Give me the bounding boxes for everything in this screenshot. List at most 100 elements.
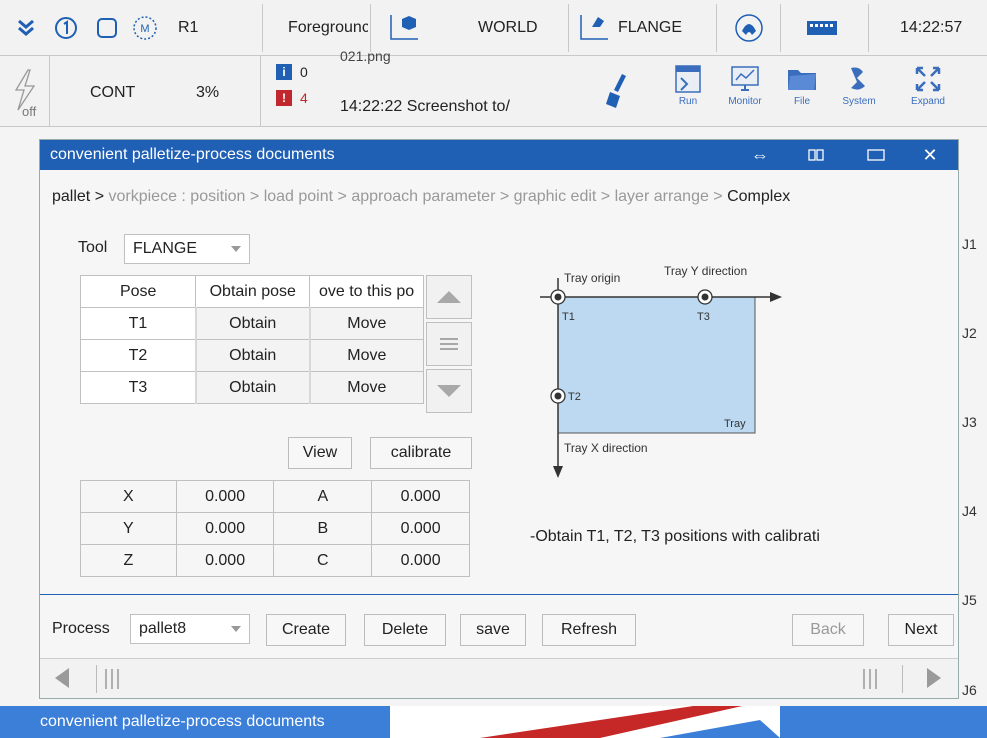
stop-icon[interactable] — [96, 0, 118, 56]
save-button[interactable]: save — [460, 614, 526, 646]
tool-dropdown[interactable]: FLANGE — [124, 234, 250, 264]
scroll-down-button[interactable] — [426, 369, 472, 413]
axis-value: 0.000 — [371, 544, 470, 577]
tray-origin-label: Tray origin — [564, 271, 620, 285]
refresh-button[interactable]: Refresh — [542, 614, 636, 646]
close-icon[interactable]: ✕ — [912, 140, 948, 170]
table-row: Y 0.000 B 0.000 — [80, 512, 470, 545]
run-icon — [675, 65, 701, 93]
scroll-thumb[interactable] — [426, 322, 472, 366]
joint-label-j6[interactable]: J6 — [962, 682, 977, 698]
breadcrumb-last[interactable]: Complex — [727, 188, 790, 205]
info-count: 0 — [300, 64, 308, 80]
status-bar: M R1 Foregrounc WORLD FLANGE 14:22:57 — [0, 0, 987, 56]
power-state: off — [22, 104, 37, 119]
file-label: File — [793, 96, 811, 107]
collapse-icon[interactable] — [16, 0, 36, 56]
maximize-icon[interactable] — [858, 140, 894, 170]
joint-label-j1[interactable]: J1 — [962, 236, 977, 252]
run-button[interactable]: Run — [660, 56, 716, 126]
robot-name[interactable]: R1 — [178, 0, 198, 56]
expand-button[interactable]: Expand — [900, 56, 956, 126]
svg-text:M: M — [140, 23, 149, 35]
pose-header: Pose — [79, 275, 197, 308]
tray-y-label: Tray Y direction — [664, 264, 747, 278]
axis-label: B — [273, 512, 373, 545]
table-row: T2 Obtain Move — [79, 339, 424, 372]
move-t3-button[interactable]: Move — [308, 371, 424, 404]
taskbar-window-item[interactable]: convenient palletize-process documents — [40, 713, 325, 731]
delete-button[interactable]: Delete — [364, 614, 446, 646]
swap-icon[interactable]: ⇔ — [742, 140, 778, 170]
pose-table: Pose Obtain pose ove to this po T1 Obtai… — [79, 275, 424, 404]
obtain-t2-button[interactable]: Obtain — [194, 339, 311, 372]
joint-label-j3[interactable]: J3 — [962, 414, 977, 430]
system-label: System — [842, 96, 876, 107]
scroll-right-icon[interactable] — [926, 667, 942, 694]
power-button[interactable]: off — [0, 56, 50, 126]
joint-label-j5[interactable]: J5 — [962, 592, 977, 608]
axis-value: 0.000 — [175, 480, 275, 513]
clear-messages-icon[interactable] — [604, 72, 630, 115]
error-count: 4 — [300, 90, 308, 106]
system-button[interactable]: System — [831, 56, 887, 126]
file-button[interactable]: File — [774, 56, 830, 126]
calibrate-button[interactable]: calibrate — [370, 437, 472, 469]
scroll-grip-right-icon[interactable] — [862, 669, 878, 694]
move-t1-button[interactable]: Move — [308, 307, 424, 340]
position-table: X 0.000 A 0.000 Y 0.000 B 0.000 Z 0.000 … — [80, 480, 470, 577]
move-t2-button[interactable]: Move — [308, 339, 424, 372]
monitor-button[interactable]: Monitor — [717, 56, 773, 126]
breadcrumb-steps[interactable]: vorkpiece : position > load point > appr… — [104, 188, 727, 205]
joint-label-j4[interactable]: J4 — [962, 503, 977, 519]
pose-name: T3 — [79, 371, 197, 404]
split-view-icon[interactable] — [798, 140, 834, 170]
horizontal-scrollbar[interactable] — [40, 658, 958, 698]
monitor-icon — [731, 66, 759, 91]
scroll-grip-left-icon[interactable] — [104, 669, 120, 694]
process-dropdown-value: pallet8 — [139, 620, 187, 637]
taskbar: convenient palletize-process documents — [0, 706, 987, 738]
breadcrumb-current[interactable]: pallet > — [52, 188, 104, 205]
system-icon — [851, 67, 865, 90]
tool-label: Tool — [78, 239, 108, 256]
next-button[interactable]: Next — [888, 614, 954, 646]
scroll-left-icon[interactable] — [54, 667, 70, 694]
t3-label: T3 — [697, 311, 710, 323]
connection-icon[interactable] — [734, 0, 764, 56]
back-button[interactable]: Back — [792, 614, 864, 646]
manual-mode-icon[interactable]: M — [132, 0, 158, 56]
table-row: Z 0.000 C 0.000 — [80, 544, 470, 577]
create-button[interactable]: Create — [266, 614, 346, 646]
axis-label: X — [80, 480, 177, 513]
servo-icon[interactable] — [54, 0, 78, 56]
obtain-pose-header: Obtain pose — [195, 275, 311, 308]
tool-icon — [578, 0, 610, 56]
table-row: T3 Obtain Move — [79, 371, 424, 404]
joint-label-j2[interactable]: J2 — [962, 325, 977, 341]
chevron-down-icon — [231, 246, 241, 252]
process-dropdown[interactable]: pallet8 — [130, 614, 250, 644]
clock: 14:22:57 — [900, 19, 963, 36]
scroll-up-button[interactable] — [426, 275, 472, 319]
tool-name[interactable]: FLANGE — [618, 0, 682, 56]
pose-name: T1 — [79, 307, 197, 340]
table-row: T1 Obtain Move — [79, 307, 424, 340]
tool-dropdown-value: FLANGE — [133, 240, 198, 257]
palletize-window: convenient palletize-process documents ⇔… — [39, 139, 959, 699]
axis-label: Z — [80, 544, 177, 577]
axis-value: 0.000 — [175, 544, 275, 577]
expand-icon — [915, 66, 941, 92]
message-text[interactable]: 14:22:22 Screenshot to/ — [340, 98, 510, 116]
view-button[interactable]: View — [288, 437, 352, 469]
speed-value[interactable]: 3% — [196, 84, 219, 102]
keyboard-icon[interactable] — [806, 0, 838, 56]
axis-label: C — [273, 544, 373, 577]
error-icon[interactable]: ! — [276, 90, 292, 106]
obtain-t3-button[interactable]: Obtain — [194, 371, 311, 404]
t2-label: T2 — [568, 391, 581, 403]
axis-value: 0.000 — [371, 512, 470, 545]
info-icon[interactable]: i — [276, 64, 292, 80]
axis-value: 0.000 — [175, 512, 275, 545]
obtain-t1-button[interactable]: Obtain — [194, 307, 311, 340]
